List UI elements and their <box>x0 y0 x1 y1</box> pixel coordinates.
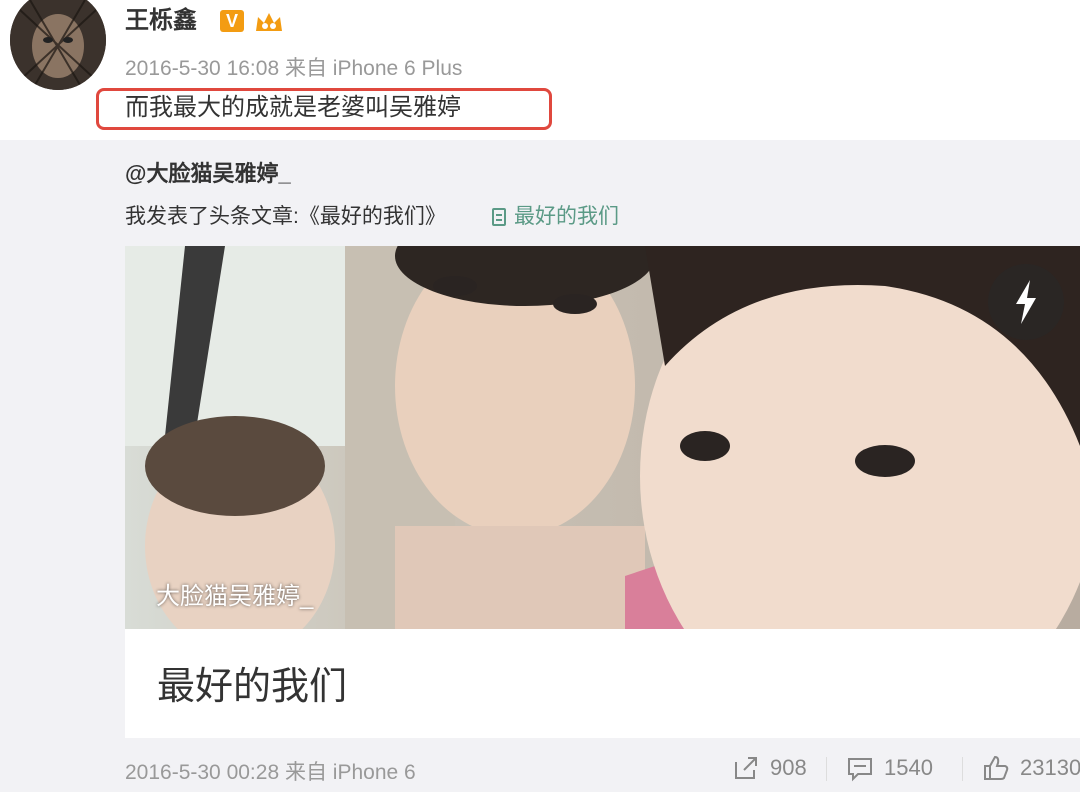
article-cover-photo[interactable] <box>125 246 1080 629</box>
like-button[interactable]: 23130 <box>982 752 1080 784</box>
lightning-icon <box>1016 280 1036 324</box>
article-link-label: 最好的我们 <box>514 205 619 228</box>
like-icon <box>984 755 1009 780</box>
avatar-image <box>10 0 106 90</box>
post-timestamp: 2016-5-30 16:08 来自 iPhone 6 Plus <box>125 57 463 80</box>
post-username[interactable]: 王栎鑫 <box>125 6 197 36</box>
article-title: 最好的我们 <box>157 666 348 708</box>
share-button[interactable]: 908 <box>732 752 807 784</box>
document-icon <box>492 208 506 226</box>
crown-icon <box>254 9 284 35</box>
repost-timestamp: 2016-5-30 00:28 来自 iPhone 6 <box>125 761 416 784</box>
share-icon <box>735 757 757 779</box>
like-count: 23130 <box>1020 755 1080 780</box>
lightning-button[interactable] <box>988 264 1064 340</box>
avatar[interactable] <box>10 0 106 90</box>
repost-username[interactable]: @大脸猫吴雅婷_ <box>125 156 291 188</box>
divider <box>962 757 963 781</box>
article-link[interactable]: 最好的我们 <box>492 200 619 230</box>
comment-count: 1540 <box>884 755 933 780</box>
divider <box>826 757 827 781</box>
repost-text: 我发表了头条文章:《最好的我们》 <box>125 205 446 228</box>
comment-button[interactable]: 1540 <box>846 752 933 784</box>
photo-caption: 大脸猫吴雅婷_ <box>156 583 314 610</box>
share-count: 908 <box>770 755 807 780</box>
post-text: 而我最大的成就是老婆叫吴雅婷 <box>125 94 461 121</box>
comment-icon <box>848 758 872 782</box>
verified-v-icon: V <box>220 10 244 32</box>
